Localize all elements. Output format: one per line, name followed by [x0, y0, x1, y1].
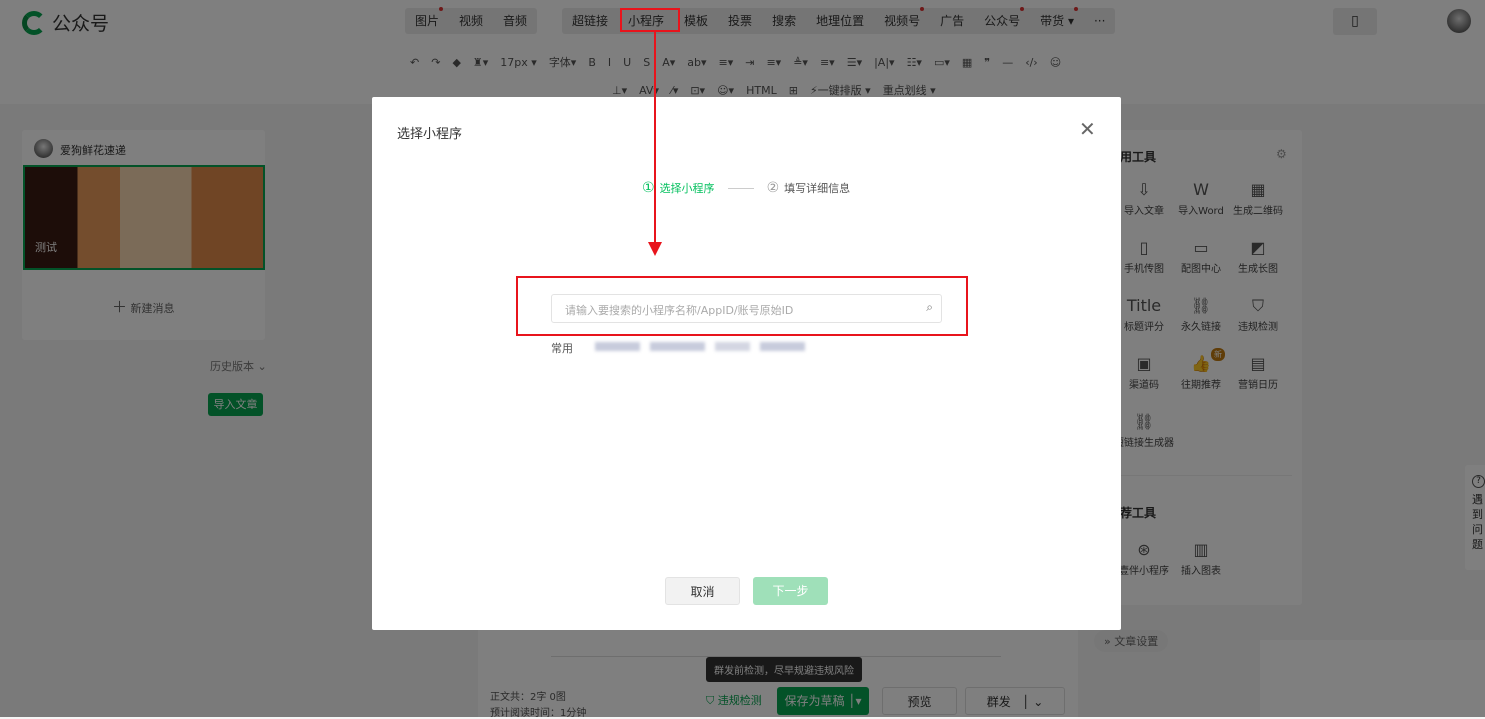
blurred-miniprogram[interactable]	[760, 342, 805, 351]
blurred-miniprogram[interactable]	[595, 342, 640, 351]
cancel-button[interactable]: 取消	[665, 577, 740, 605]
select-miniprogram-dialog: 选择小程序 ✕ ① 选择小程序 ② 填写详细信息 请输入要搜索的小程序名称/Ap…	[372, 97, 1121, 630]
blurred-miniprogram[interactable]	[650, 342, 705, 351]
step1-label: 选择小程序	[659, 182, 715, 195]
close-icon[interactable]: ✕	[1079, 117, 1096, 141]
step1-number: ①	[642, 180, 655, 196]
common-label: 常用	[551, 342, 573, 355]
annotation-arrow-line	[654, 32, 656, 244]
step2-number: ②	[766, 180, 780, 196]
annotation-box-miniprogram	[620, 8, 680, 32]
step2-label: 填写详细信息	[784, 182, 851, 195]
annotation-box-search	[516, 276, 968, 336]
step-connector	[727, 187, 754, 189]
annotation-arrow-head-icon	[648, 242, 662, 256]
stepper: ① 选择小程序 ② 填写详细信息	[642, 180, 850, 196]
next-step-button[interactable]: 下一步	[753, 577, 828, 605]
dialog-title: 选择小程序	[397, 127, 463, 142]
common-miniprograms	[595, 342, 805, 351]
blurred-miniprogram[interactable]	[715, 342, 750, 351]
